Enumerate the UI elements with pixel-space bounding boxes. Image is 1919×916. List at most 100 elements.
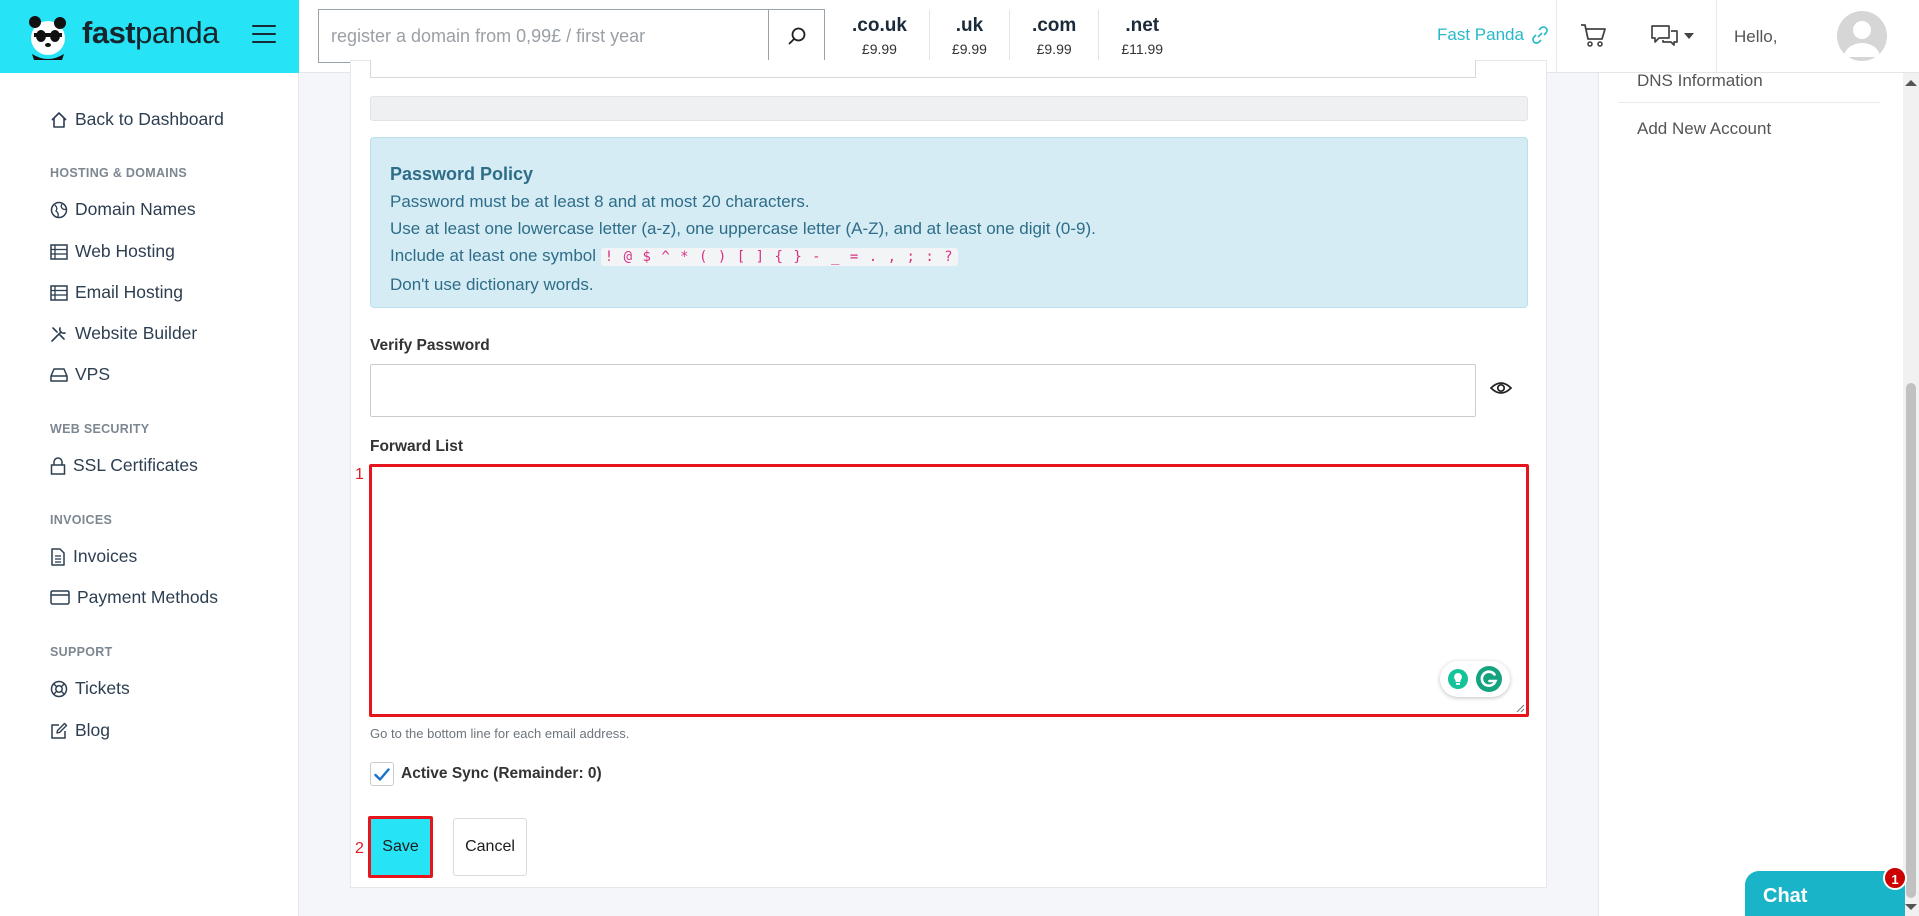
header-divider: [1716, 0, 1717, 73]
verify-password-input[interactable]: [370, 364, 1476, 417]
life-ring-icon: [50, 680, 68, 697]
home-icon: [51, 111, 67, 128]
password-policy-line: Don't use dictionary words.: [390, 275, 594, 294]
sidebar-item-email-hosting[interactable]: Email Hosting: [50, 282, 183, 303]
sidebar-item-back-to-dashboard[interactable]: Back to Dashboard: [50, 109, 224, 130]
messages-dropdown[interactable]: [1650, 24, 1694, 48]
scrollbar-thumb[interactable]: [1906, 383, 1916, 898]
tld-ext: .com: [1031, 15, 1077, 36]
password-policy-title: Password Policy: [390, 164, 534, 184]
sidebar-heading-hosting: HOSTING & DOMAINS: [50, 166, 188, 180]
cart-icon: [1581, 24, 1606, 47]
tld-co-uk[interactable]: .co.uk £9.99: [830, 10, 930, 62]
password-policy-line: Password must be at least 8 and at most …: [390, 192, 810, 211]
sidebar-item-label: Domain Names: [75, 199, 196, 219]
sidebar-item-web-hosting[interactable]: Web Hosting: [50, 241, 175, 262]
password-policy-alert: Password Policy Password must be at leas…: [370, 137, 1528, 308]
sidebar-item-label: SSL Certificates: [73, 455, 198, 475]
link-icon: [1532, 26, 1548, 44]
chat-notification-badge: 1: [1883, 866, 1907, 890]
grammarly-widget[interactable]: [1440, 661, 1510, 697]
eye-icon: [1489, 382, 1513, 394]
sidebar-item-vps[interactable]: VPS: [50, 364, 110, 385]
sidebar-item-label: VPS: [75, 364, 111, 384]
sidebar-item-label: Web Hosting: [75, 241, 175, 261]
grammarly-icon[interactable]: [1475, 665, 1503, 693]
hamburger-menu-icon[interactable]: [252, 25, 276, 45]
panel-divider: [1618, 102, 1880, 103]
server-list-icon: [50, 243, 68, 260]
forward-list-field: [369, 464, 1529, 717]
sidebar-item-ssl-certificates[interactable]: SSL Certificates: [50, 455, 198, 476]
sidebar-item-label: Tickets: [75, 678, 130, 698]
sidebar-heading-support: SUPPORT: [50, 645, 113, 659]
sidebar-item-label: Back to Dashboard: [75, 109, 224, 129]
fast-panda-link-label: Fast Panda: [1437, 25, 1524, 44]
forward-list-hint: Go to the bottom line for each email add…: [370, 726, 630, 741]
toggle-password-visibility[interactable]: [1489, 380, 1513, 401]
globe-icon: [50, 201, 68, 218]
add-new-account-link[interactable]: Add New Account: [1637, 119, 1771, 139]
password-strength-bar: [370, 96, 1528, 121]
sidebar-item-label: Email Hosting: [75, 282, 183, 302]
password-policy-symbols: ! @ $ ^ * ( ) [ ] { } - _ = . , ; : ?: [600, 248, 958, 266]
edit-icon: [51, 722, 68, 739]
sidebar-item-domain-names[interactable]: Domain Names: [50, 199, 196, 220]
domain-search-input[interactable]: [319, 10, 767, 62]
user-avatar[interactable]: [1837, 11, 1887, 61]
tld-com[interactable]: .com £9.99: [1010, 10, 1100, 62]
greeting: Hello,: [1734, 27, 1778, 46]
cancel-button[interactable]: Cancel: [453, 818, 527, 876]
password-policy-line: Use at least one lowercase letter (a-z),…: [390, 219, 1096, 238]
tld-uk[interactable]: .uk £9.99: [930, 10, 1010, 62]
user-placeholder-icon: [1844, 21, 1880, 57]
resize-grip-icon[interactable]: [1515, 703, 1525, 713]
password-input-partial[interactable]: [370, 60, 1476, 78]
save-button[interactable]: Save: [368, 816, 433, 878]
lock-icon: [50, 456, 66, 475]
brand-area: fastpanda: [0, 0, 299, 73]
tld-ext: .uk: [955, 15, 984, 36]
panda-logo-icon[interactable]: [22, 10, 74, 62]
tld-price: £9.99: [951, 41, 987, 57]
server-list-icon: [50, 284, 68, 301]
checkmark-icon: [374, 767, 390, 781]
active-sync-checkbox[interactable]: [370, 762, 394, 786]
domain-search: [318, 9, 825, 63]
tld-ext: .co.uk: [852, 15, 907, 36]
active-sync-label: Active Sync (Remainder: 0): [401, 765, 602, 782]
sidebar-item-payment-methods[interactable]: Payment Methods: [50, 587, 218, 608]
scroll-down-arrow-icon[interactable]: [1905, 904, 1917, 910]
caret-down-icon: [1684, 33, 1694, 39]
scroll-up-arrow-icon[interactable]: [1905, 80, 1917, 86]
lightbulb-icon[interactable]: [1447, 668, 1469, 690]
sidebar-heading-web-security: WEB SECURITY: [50, 422, 150, 436]
active-sync-option: Active Sync (Remainder: 0): [370, 762, 602, 786]
sidebar-item-label: Blog: [75, 720, 111, 740]
brand-name[interactable]: fastpanda: [82, 15, 219, 51]
dns-information-link[interactable]: DNS Information: [1637, 71, 1763, 91]
search-button[interactable]: [768, 10, 824, 62]
header-divider: [1556, 0, 1557, 73]
sidebar-item-website-builder[interactable]: Website Builder: [50, 323, 197, 344]
chat-widget-button[interactable]: Chat: [1745, 871, 1905, 916]
credit-card-icon: [50, 590, 70, 605]
sidebar-item-label: Payment Methods: [77, 587, 219, 607]
tld-price: £9.99: [861, 41, 897, 57]
annotation-marker-2: 2: [355, 840, 364, 857]
fast-panda-link[interactable]: Fast Panda: [1437, 25, 1550, 45]
password-policy-line: Include at least one symbol ! @ $ ^ * ( …: [390, 242, 1508, 271]
forward-list-textarea[interactable]: [372, 467, 1526, 714]
sidebar-item-tickets[interactable]: Tickets: [50, 678, 130, 699]
tld-net[interactable]: .net £11.99: [1099, 10, 1185, 62]
sidebar-heading-invoices: INVOICES: [50, 513, 113, 527]
forward-list-label: Forward List: [370, 438, 464, 455]
sidebar-item-invoices[interactable]: Invoices: [50, 546, 137, 567]
right-panel: DNS Information Add New Account: [1598, 71, 1903, 916]
hard-drive-icon: [50, 367, 68, 382]
chat-bubbles-icon: [1651, 25, 1678, 46]
tld-price-list: .co.uk £9.99 .uk £9.99 .com £9.99 .net £11.9…: [830, 10, 1185, 62]
sidebar-item-blog[interactable]: Blog: [50, 720, 110, 741]
tld-price: £9.99: [1036, 41, 1072, 57]
cart-button[interactable]: [1579, 22, 1607, 53]
